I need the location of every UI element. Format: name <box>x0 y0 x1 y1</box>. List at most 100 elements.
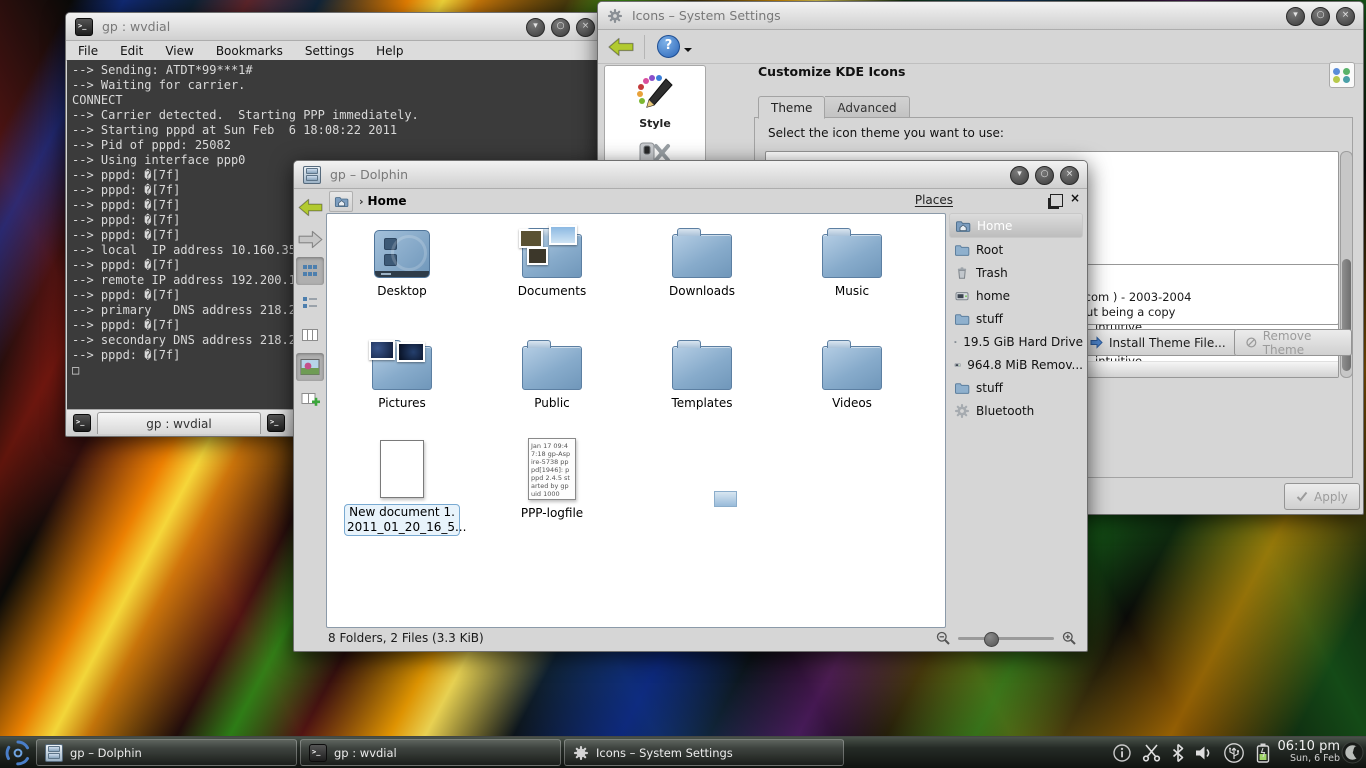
zoom-out-icon[interactable] <box>936 631 950 645</box>
folder-icon <box>672 234 732 278</box>
apply-button[interactable]: Apply <box>1284 483 1360 510</box>
file-item[interactable]: Downloads <box>642 224 762 299</box>
file-item-selected[interactable]: New document 1. 2011_01_20_16_5... <box>342 436 462 536</box>
tab-advanced[interactable]: Advanced <box>825 96 909 119</box>
panel-close-icon[interactable]: × <box>1070 191 1080 205</box>
task-dolphin[interactable]: gp – Dolphin <box>36 739 297 766</box>
page-title: Customize KDE Icons <box>758 64 905 79</box>
system-settings-titlebar[interactable]: Icons – System Settings ▾ ○ × <box>598 2 1363 30</box>
close-button[interactable]: × <box>1336 7 1355 26</box>
minimize-button[interactable]: ▾ <box>1286 7 1305 26</box>
document-icon <box>380 440 424 498</box>
place-stuff-2[interactable]: stuff <box>949 376 1083 399</box>
file-item[interactable]: Jan 17 09:4 7:18 gp-Asp ire-5738 pp pd[1… <box>492 436 612 521</box>
forward-button[interactable] <box>296 225 324 253</box>
details-view-button[interactable] <box>296 289 324 317</box>
settings-tabs: Theme Advanced <box>758 96 910 119</box>
file-item[interactable]: Music <box>792 224 912 299</box>
zoom-in-icon[interactable] <box>1062 631 1076 645</box>
file-item[interactable]: Public <box>492 336 612 411</box>
maximize-button[interactable]: ○ <box>1311 7 1330 26</box>
battery-icon[interactable] <box>1254 742 1272 764</box>
home-icon <box>955 218 971 234</box>
folder-icon <box>954 242 970 258</box>
menu-edit[interactable]: Edit <box>120 44 143 58</box>
new-tab-button[interactable] <box>73 414 91 432</box>
minimize-button[interactable]: ▾ <box>526 18 545 37</box>
file-item[interactable]: Documents <box>492 224 612 299</box>
help-button[interactable]: ? <box>657 35 680 58</box>
klipper-scissors-icon[interactable] <box>1141 742 1162 763</box>
columns-view-button[interactable] <box>296 321 324 349</box>
place-home[interactable]: Home <box>949 213 1083 238</box>
pictures-folder-icon <box>372 346 432 390</box>
file-item[interactable]: Templates <box>642 336 762 411</box>
menu-view[interactable]: View <box>165 44 193 58</box>
folder-icon <box>954 380 970 396</box>
icons-module-icon <box>1329 62 1355 88</box>
places-panel-title: Places <box>915 193 953 207</box>
zoom-slider[interactable] <box>958 632 1054 645</box>
maximize-button[interactable]: ○ <box>551 18 570 37</box>
tab-theme[interactable]: Theme <box>758 96 825 119</box>
menu-help[interactable]: Help <box>376 44 403 58</box>
file-item[interactable]: Videos <box>792 336 912 411</box>
home-icon <box>334 194 349 209</box>
device-notifier-usb-icon[interactable] <box>1223 742 1245 764</box>
panel-float-icon[interactable] <box>1050 194 1063 207</box>
split-view-button[interactable] <box>296 385 324 413</box>
place-home-partition[interactable]: home <box>949 284 1083 307</box>
drive-icon <box>954 334 957 350</box>
file-item[interactable]: Desktop <box>342 224 462 299</box>
maximize-button[interactable]: ○ <box>1035 166 1054 185</box>
clock[interactable]: 06:10 pm Sun, 6 Feb <box>1277 740 1340 765</box>
split-view-icon <box>301 391 320 408</box>
konsole-titlebar[interactable]: gp : wvdial ▾ ○ × <box>66 13 603 41</box>
dolphin-titlebar[interactable]: gp – Dolphin ▾ ○ × <box>294 161 1087 189</box>
tab-wvdial[interactable]: gp : wvdial <box>97 412 261 434</box>
clock-time: 06:10 pm <box>1277 740 1340 754</box>
columns-view-icon <box>301 326 319 344</box>
place-root[interactable]: Root <box>949 238 1083 261</box>
panel-cashew-icon[interactable] <box>1341 741 1364 764</box>
menu-file[interactable]: File <box>78 44 98 58</box>
breadcrumb-current[interactable]: Home <box>368 194 407 208</box>
info-icon[interactable] <box>1112 743 1132 763</box>
description-fragment: .com ) - 2003-2004 <box>1081 290 1192 304</box>
details-view-icon <box>301 294 319 312</box>
dolphin-window[interactable]: gp – Dolphin ▾ ○ × › Home Places × <box>293 160 1088 652</box>
bluetooth-icon[interactable] <box>1171 743 1185 763</box>
task-konsole[interactable]: gp : wvdial <box>300 739 561 766</box>
menu-bookmarks[interactable]: Bookmarks <box>216 44 283 58</box>
task-system-settings[interactable]: Icons – System Settings <box>564 739 844 766</box>
place-stuff[interactable]: stuff <box>949 307 1083 330</box>
volume-icon[interactable] <box>1194 743 1214 763</box>
menu-settings[interactable]: Settings <box>305 44 354 58</box>
back-button[interactable] <box>608 37 634 57</box>
place-hard-drive[interactable]: 19.5 GiB Hard Drive <box>949 330 1083 353</box>
preview-toggle-button[interactable] <box>296 353 324 381</box>
breadcrumb-home-button[interactable] <box>329 191 353 212</box>
install-theme-button[interactable]: Install Theme File... <box>1078 329 1238 356</box>
places-panel: Home Root Trash home stuff 19.5 GiB Hard… <box>949 213 1083 422</box>
file-item[interactable]: Pictures <box>342 336 462 411</box>
folder-icon <box>672 346 732 390</box>
back-button[interactable] <box>296 193 324 221</box>
minimize-button[interactable]: ▾ <box>1010 166 1029 185</box>
sidebar-item-style[interactable]: Style <box>605 72 705 130</box>
install-arrow-icon <box>1090 336 1103 349</box>
folder-view[interactable]: Desktop Documents Downloads Music <box>326 213 946 628</box>
icons-view-button[interactable] <box>296 257 324 285</box>
tab-list-button[interactable] <box>267 414 285 432</box>
folder-icon <box>954 311 970 327</box>
file-manager-icon <box>303 166 321 184</box>
remove-theme-button[interactable]: Remove Theme <box>1234 329 1352 356</box>
back-arrow-icon <box>298 198 323 217</box>
zoom-slider-handle[interactable] <box>984 632 999 647</box>
place-removable[interactable]: 964.8 MiB Remov... <box>949 353 1083 376</box>
place-bluetooth[interactable]: Bluetooth <box>949 399 1083 422</box>
place-trash[interactable]: Trash <box>949 261 1083 284</box>
launcher-logo-icon[interactable] <box>3 739 33 767</box>
close-button[interactable]: × <box>1060 166 1079 185</box>
close-button[interactable]: × <box>576 18 595 37</box>
